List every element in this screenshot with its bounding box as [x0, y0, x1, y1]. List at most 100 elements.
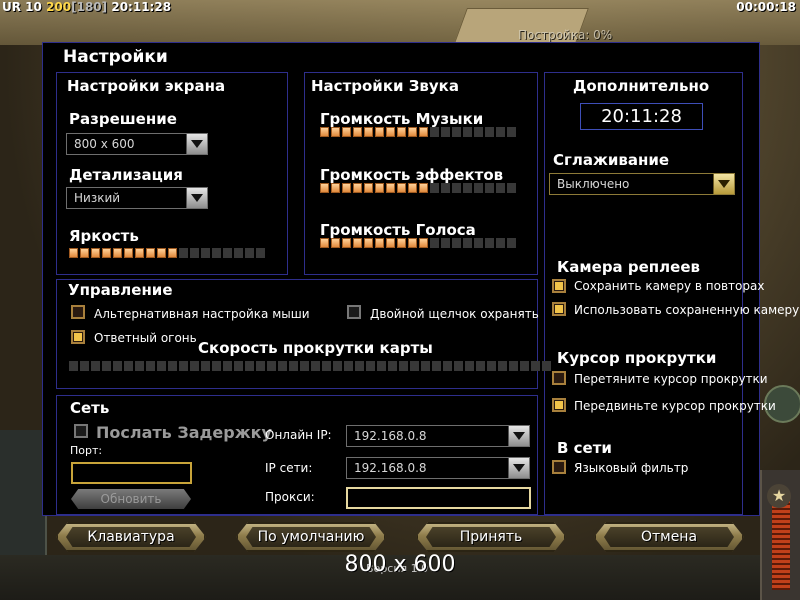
slider-segment[interactable] — [342, 183, 351, 193]
slider-segment[interactable] — [463, 238, 472, 248]
slider-segment[interactable] — [452, 238, 461, 248]
slider-segment[interactable] — [474, 183, 483, 193]
slider-segment[interactable] — [69, 248, 78, 258]
slider-segment[interactable] — [397, 127, 406, 137]
slider-segment[interactable] — [397, 183, 406, 193]
slider-segment[interactable] — [366, 361, 375, 371]
slider-segment[interactable] — [485, 127, 494, 137]
slider-segment[interactable] — [223, 248, 232, 258]
slider-segment[interactable] — [388, 361, 397, 371]
slider-segment[interactable] — [364, 238, 373, 248]
slider-segment[interactable] — [212, 361, 221, 371]
slider-segment[interactable] — [135, 361, 144, 371]
slider-segment[interactable] — [386, 238, 395, 248]
music-volume-slider[interactable] — [320, 127, 516, 137]
slider-segment[interactable] — [476, 361, 485, 371]
slider-segment[interactable] — [300, 361, 309, 371]
slider-segment[interactable] — [289, 361, 298, 371]
slider-segment[interactable] — [399, 361, 408, 371]
slider-segment[interactable] — [485, 238, 494, 248]
slider-segment[interactable] — [331, 183, 340, 193]
slider-segment[interactable] — [342, 127, 351, 137]
slider-segment[interactable] — [441, 238, 450, 248]
slider-segment[interactable] — [234, 248, 243, 258]
defaults-button[interactable]: По умолчанию — [236, 522, 386, 552]
chevron-down-icon[interactable] — [713, 174, 734, 194]
slider-segment[interactable] — [201, 361, 210, 371]
slider-segment[interactable] — [364, 183, 373, 193]
voice-volume-slider[interactable] — [320, 238, 516, 248]
proxy-input[interactable] — [346, 487, 531, 509]
slider-segment[interactable] — [267, 361, 276, 371]
slider-segment[interactable] — [474, 127, 483, 137]
slider-segment[interactable] — [386, 183, 395, 193]
resolution-dropdown[interactable]: 800 x 600 — [66, 133, 208, 155]
slider-segment[interactable] — [91, 361, 100, 371]
slider-segment[interactable] — [157, 361, 166, 371]
slider-segment[interactable] — [168, 361, 177, 371]
slider-segment[interactable] — [278, 361, 287, 371]
slider-segment[interactable] — [311, 361, 320, 371]
slider-segment[interactable] — [69, 361, 78, 371]
antialias-dropdown[interactable]: Выключено — [549, 173, 735, 195]
slider-segment[interactable] — [441, 183, 450, 193]
slider-segment[interactable] — [454, 361, 463, 371]
slider-segment[interactable] — [344, 361, 353, 371]
slider-segment[interactable] — [443, 361, 452, 371]
slider-segment[interactable] — [190, 361, 199, 371]
slider-segment[interactable] — [410, 361, 419, 371]
slider-segment[interactable] — [377, 361, 386, 371]
slider-segment[interactable] — [146, 248, 155, 258]
slider-segment[interactable] — [375, 183, 384, 193]
slider-segment[interactable] — [496, 127, 505, 137]
slider-segment[interactable] — [496, 238, 505, 248]
slider-segment[interactable] — [353, 127, 362, 137]
double-click-guard-checkbox[interactable] — [347, 305, 361, 319]
slider-segment[interactable] — [474, 238, 483, 248]
slider-segment[interactable] — [465, 361, 474, 371]
accept-button[interactable]: Принять — [416, 522, 566, 552]
brightness-slider[interactable] — [69, 248, 265, 258]
slider-segment[interactable] — [432, 361, 441, 371]
detail-dropdown[interactable]: Низкий — [66, 187, 208, 209]
slider-segment[interactable] — [168, 248, 177, 258]
slider-segment[interactable] — [157, 248, 166, 258]
slider-segment[interactable] — [421, 361, 430, 371]
slider-segment[interactable] — [245, 248, 254, 258]
slider-segment[interactable] — [91, 248, 100, 258]
slider-segment[interactable] — [375, 238, 384, 248]
slider-segment[interactable] — [542, 361, 551, 371]
slider-segment[interactable] — [201, 248, 210, 258]
slider-segment[interactable] — [256, 361, 265, 371]
slider-segment[interactable] — [430, 127, 439, 137]
port-input[interactable] — [71, 462, 192, 484]
chevron-down-icon[interactable] — [508, 458, 529, 478]
slider-segment[interactable] — [113, 248, 122, 258]
slider-segment[interactable] — [531, 361, 540, 371]
slider-segment[interactable] — [179, 248, 188, 258]
scroll-speed-slider[interactable] — [69, 361, 551, 371]
use-saved-camera-checkbox[interactable] — [552, 302, 566, 316]
chevron-down-icon[interactable] — [508, 426, 529, 446]
slider-segment[interactable] — [342, 238, 351, 248]
slider-segment[interactable] — [80, 361, 89, 371]
slider-segment[interactable] — [353, 238, 362, 248]
save-camera-checkbox[interactable] — [552, 279, 566, 293]
slider-segment[interactable] — [507, 183, 516, 193]
slider-segment[interactable] — [124, 248, 133, 258]
slider-segment[interactable] — [419, 183, 428, 193]
slider-segment[interactable] — [463, 183, 472, 193]
slider-segment[interactable] — [245, 361, 254, 371]
slider-segment[interactable] — [375, 127, 384, 137]
slider-segment[interactable] — [463, 127, 472, 137]
slider-segment[interactable] — [498, 361, 507, 371]
alt-mouse-checkbox[interactable] — [71, 305, 85, 319]
slider-segment[interactable] — [509, 361, 518, 371]
slider-segment[interactable] — [408, 127, 417, 137]
slider-segment[interactable] — [520, 361, 529, 371]
chevron-down-icon[interactable] — [186, 188, 207, 208]
slider-segment[interactable] — [441, 127, 450, 137]
slider-segment[interactable] — [179, 361, 188, 371]
slider-segment[interactable] — [320, 183, 329, 193]
move-cursor-checkbox[interactable] — [552, 398, 566, 412]
